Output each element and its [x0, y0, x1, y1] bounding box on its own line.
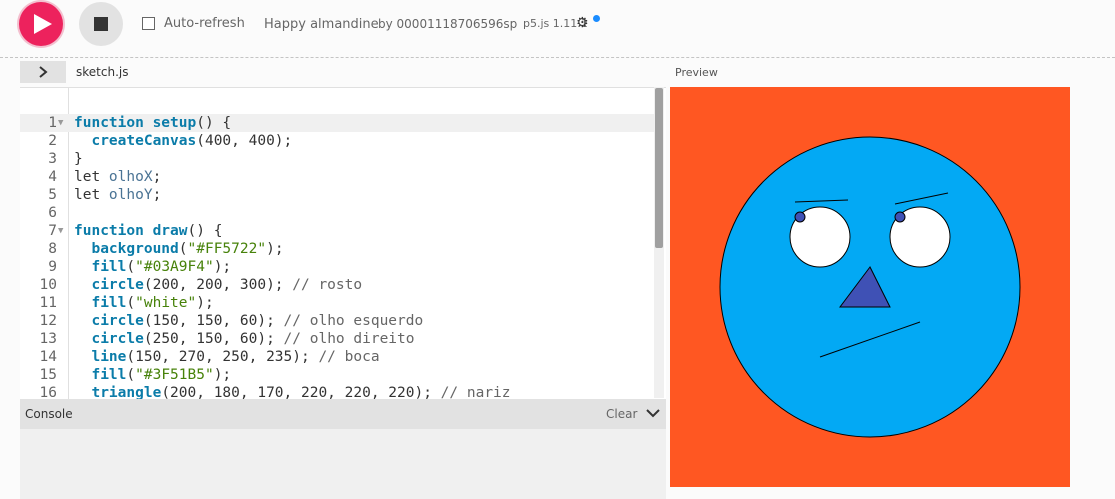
line-number: 9 — [48, 259, 57, 275]
line-number: 14 — [39, 349, 57, 365]
update-indicator-dot — [593, 15, 600, 22]
line-number: 12 — [39, 313, 57, 329]
preview-label: Preview — [675, 66, 718, 79]
line-number: 3 — [48, 151, 57, 167]
preview-canvas[interactable] — [670, 87, 1070, 487]
editor-scrollbar-thumb[interactable] — [655, 88, 663, 248]
left-pupil — [794, 211, 806, 223]
project-owner[interactable]: by 00001118706596sp — [378, 17, 517, 31]
line-number: 8 — [48, 241, 57, 257]
auto-refresh: Auto-refresh — [142, 16, 245, 31]
line-number: 1 — [48, 115, 57, 131]
chevron-down-icon[interactable] — [646, 408, 660, 418]
play-button[interactable] — [19, 2, 63, 46]
line-number: 6 — [48, 205, 57, 221]
line-number: 4 — [48, 169, 57, 185]
console-body — [20, 429, 666, 499]
line-number: 16 — [39, 385, 57, 399]
code-editor[interactable]: 1 ▼ function setup() { 2 createCanvas(40… — [20, 87, 666, 399]
console-clear-button[interactable]: Clear — [606, 407, 637, 421]
code-line[interactable]: 9 fill("#03A9F4"); — [20, 258, 655, 276]
code-line[interactable]: 15 fill("#3F51B5"); — [20, 366, 655, 384]
line-number: 7 — [48, 223, 57, 239]
code-line[interactable]: 3 } — [20, 150, 655, 168]
project-name[interactable]: Happy almandine — [264, 17, 379, 32]
fold-arrow-icon[interactable]: ▼ — [58, 222, 63, 240]
code-line[interactable]: 11 fill("white"); — [20, 294, 655, 312]
line-number: 10 — [39, 277, 57, 293]
console-title: Console — [25, 407, 73, 421]
code-line[interactable]: 10 circle(200, 200, 300); // rosto — [20, 276, 655, 294]
code-line[interactable]: 1 ▼ function setup() { — [20, 114, 655, 132]
line-number: 5 — [48, 187, 57, 203]
line-number: 15 — [39, 367, 57, 383]
code-line[interactable]: 7 ▼ function draw() { — [20, 222, 655, 240]
gear-icon[interactable]: ⚙ — [576, 15, 589, 31]
code-line[interactable]: 14 line(150, 270, 250, 235); // boca — [20, 348, 655, 366]
stop-button[interactable] — [79, 2, 123, 46]
code-line[interactable]: 5 let olhoY; — [20, 186, 655, 204]
chevron-right-icon — [39, 66, 48, 78]
right-pupil — [894, 211, 906, 223]
code-line[interactable]: 12 circle(150, 150, 60); // olho esquerd… — [20, 312, 655, 330]
code-line[interactable]: 2 createCanvas(400, 400); — [20, 132, 655, 150]
code-line[interactable]: 16 triangle(200, 180, 170, 220, 220, 220… — [20, 384, 655, 399]
toolbar: Auto-refresh Happy almandine by 00001118… — [0, 0, 1115, 50]
line-number: 13 — [39, 331, 57, 347]
line-number: 2 — [48, 133, 57, 149]
code-line[interactable]: 4 let olhoX; — [20, 168, 655, 186]
play-icon — [34, 14, 52, 34]
stop-icon — [94, 17, 108, 31]
line-number: 11 — [39, 295, 57, 311]
toolbar-divider — [0, 57, 1115, 58]
auto-refresh-label: Auto-refresh — [164, 16, 245, 31]
code-line[interactable]: 8 background("#FF5722"); — [20, 240, 655, 258]
fold-arrow-icon[interactable]: ▼ — [58, 114, 63, 132]
code-line[interactable]: 6 — [20, 204, 655, 222]
code-line[interactable]: 13 circle(250, 150, 60); // olho direito — [20, 330, 655, 348]
console-header: Console Clear — [20, 399, 666, 429]
file-name-tab[interactable]: sketch.js — [76, 65, 128, 79]
sidebar-toggle-button[interactable] — [20, 61, 66, 83]
auto-refresh-checkbox[interactable] — [142, 17, 155, 30]
